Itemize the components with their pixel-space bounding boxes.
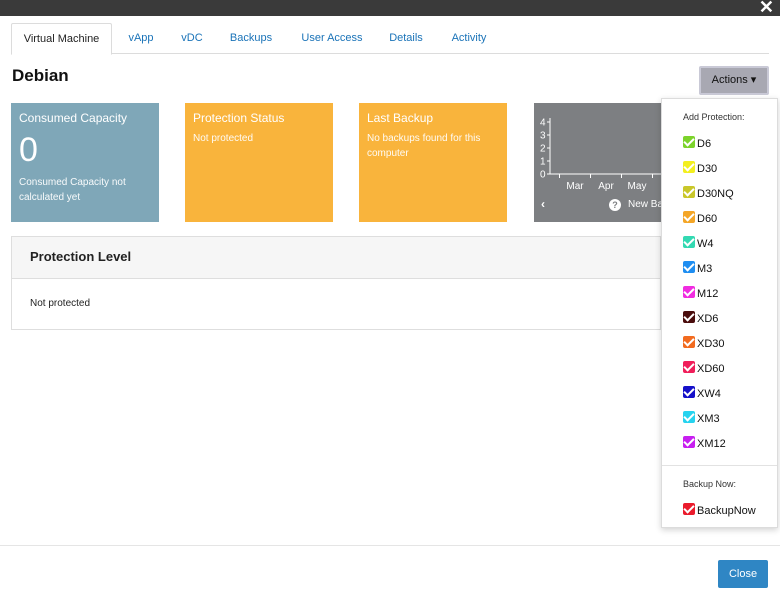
footer-divider (0, 545, 780, 546)
protection-status-card: Protection Status Not protected (185, 103, 333, 222)
menu-item-xd30[interactable]: XD30 (683, 336, 725, 350)
menu-item-label: D60 (697, 213, 718, 225)
card-title: Protection Status (193, 111, 285, 125)
x-tick-label: Mar (566, 181, 584, 192)
menu-item-label: XD30 (697, 338, 725, 350)
actions-dropdown-menu: Add Protection: D6 D30 D30NQ D60 W4 M3 M12 XD6 X… (661, 98, 778, 528)
tab-virtual-machine[interactable]: Virtual Machine (11, 23, 112, 55)
menu-item-backupnow[interactable]: BackupNow (683, 503, 756, 517)
protection-level-panel: Protection Level Not protected (11, 236, 661, 330)
y-tick-label: 2 (540, 144, 546, 155)
help-icon[interactable]: ? (609, 199, 621, 211)
menu-item-xm3[interactable]: XM3 (683, 411, 720, 425)
capacity-value: 0 (19, 131, 38, 169)
checkbox-icon (683, 186, 695, 198)
menu-item-m3[interactable]: M3 (683, 261, 712, 275)
tab-bar: Virtual Machine vApp vDC Backups User Ac… (11, 23, 769, 55)
tab-details[interactable]: Details (381, 23, 431, 54)
menu-item-label: BackupNow (697, 505, 756, 517)
checkbox-icon (683, 336, 695, 348)
card-title: Consumed Capacity (19, 111, 128, 125)
protection-level-value: Not protected (30, 298, 91, 309)
consumed-capacity-card: Consumed Capacity 0 Consumed Capacity no… (11, 103, 159, 222)
menu-item-xm12[interactable]: XM12 (683, 436, 726, 450)
x-tick-label: Apr (598, 181, 614, 192)
new-backup-link[interactable]: New Ba (628, 199, 663, 210)
protection-status-value: Not protected (193, 133, 254, 144)
backup-now-header: Backup Now: (683, 479, 737, 489)
checkbox-icon (683, 236, 695, 248)
checkbox-icon (683, 211, 695, 223)
menu-item-d30[interactable]: D30 (683, 161, 717, 175)
menu-item-w4[interactable]: W4 (683, 236, 714, 250)
close-button[interactable]: Close (718, 560, 768, 588)
menu-item-label: XD6 (697, 313, 719, 325)
checkbox-icon (683, 161, 695, 173)
panel-title: Protection Level (12, 237, 660, 279)
tab-activity[interactable]: Activity (443, 23, 495, 54)
add-protection-header: Add Protection: (683, 112, 745, 122)
tab-vapp[interactable]: vApp (119, 23, 163, 54)
x-tick-label: May (628, 181, 647, 192)
checkbox-icon (683, 411, 695, 423)
chevron-left-icon[interactable]: ‹ (541, 197, 545, 211)
menu-item-label: XM3 (697, 413, 720, 425)
checkbox-icon (683, 386, 695, 398)
title-bar: ✕ (0, 0, 780, 17)
actions-button[interactable]: Actions ▾ (699, 66, 769, 95)
menu-item-label: XW4 (697, 388, 721, 400)
menu-item-xd6[interactable]: XD6 (683, 311, 718, 325)
y-tick-label: 3 (540, 131, 546, 142)
y-tick-label: 4 (540, 118, 546, 129)
y-tick-label: 1 (540, 157, 546, 168)
checkbox-icon (683, 286, 695, 298)
tab-user-access[interactable]: User Access (294, 23, 370, 54)
menu-item-d60[interactable]: D60 (683, 211, 717, 225)
menu-item-label: D30NQ (697, 188, 734, 200)
menu-item-xw4[interactable]: XW4 (683, 386, 721, 400)
menu-item-d30nq[interactable]: D30NQ (683, 186, 734, 200)
card-title: Last Backup (367, 111, 434, 125)
menu-item-label: M12 (697, 288, 719, 300)
close-icon[interactable]: ✕ (759, 0, 774, 17)
menu-item-label: D6 (697, 138, 712, 150)
backup-chart-card: 0 1 2 3 4 Mar Apr May ‹ ? New Ba (534, 103, 664, 222)
menu-item-xd60[interactable]: XD60 (683, 361, 725, 375)
capacity-note: Consumed Capacity not calculated yet (19, 177, 126, 203)
menu-item-label: D30 (697, 163, 718, 175)
last-backup-note: No backups found for this computer (367, 133, 481, 159)
checkbox-icon (683, 503, 695, 515)
menu-item-d6[interactable]: D6 (683, 136, 711, 150)
menu-item-label: M3 (697, 263, 713, 275)
checkbox-icon (683, 436, 695, 448)
menu-item-m12[interactable]: M12 (683, 286, 718, 300)
page-title: Debian (12, 66, 69, 85)
checkbox-icon (683, 361, 695, 373)
checkbox-icon (683, 261, 695, 273)
menu-item-label: XD60 (697, 363, 725, 375)
last-backup-card: Last Backup No backups found for this co… (359, 103, 507, 222)
menu-divider (662, 465, 777, 466)
tab-backups[interactable]: Backups (223, 23, 279, 54)
y-tick-label: 0 (540, 170, 546, 181)
menu-item-label: XM12 (697, 438, 726, 450)
checkbox-icon (683, 136, 695, 148)
checkbox-icon (683, 311, 695, 323)
tab-vdc[interactable]: vDC (174, 23, 210, 54)
menu-item-label: W4 (697, 238, 714, 250)
